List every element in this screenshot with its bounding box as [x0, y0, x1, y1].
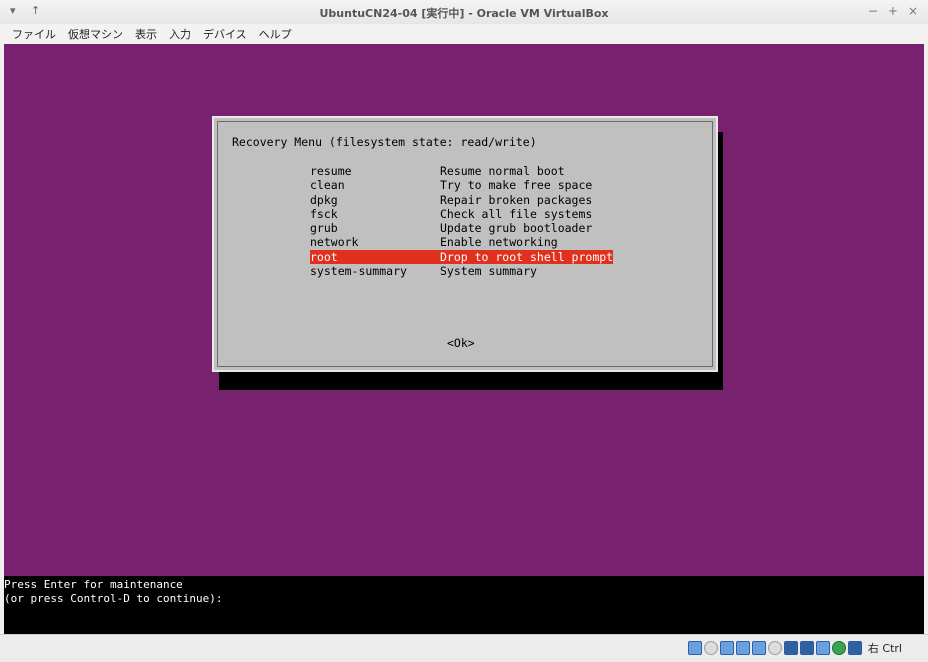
- close-icon[interactable]: ×: [908, 4, 918, 18]
- optical-drive-icon[interactable]: [703, 641, 718, 655]
- menu-item-key: fsck: [310, 206, 338, 221]
- usb-icon[interactable]: [751, 641, 766, 655]
- menu-devices[interactable]: デバイス: [203, 26, 247, 42]
- menu-item-desc: Try to make free space: [440, 178, 593, 193]
- menu-item-clean[interactable]: clean Try to make free space: [310, 178, 620, 192]
- dialog-title: Recovery Menu (filesystem state: read/wr…: [232, 135, 537, 149]
- recovery-menu-list: resume Resume normal boot clean Try to m…: [310, 164, 620, 278]
- keyboard-capture-icon[interactable]: [847, 641, 862, 655]
- status-bar: 右 Ctrl: [0, 634, 928, 662]
- title-bar: ▾ ↑ UbuntuCN24-04 [実行中] - Oracle VM Virt…: [0, 0, 928, 25]
- menu-item-network[interactable]: network Enable networking: [310, 235, 620, 249]
- window-title: UbuntuCN24-04 [実行中] - Oracle VM VirtualB…: [319, 7, 609, 20]
- console-output: Press Enter for maintenance (or press Co…: [4, 576, 924, 634]
- menu-item-system-summary[interactable]: system-summary System summary: [310, 264, 620, 278]
- menu-bar: ファイル 仮想マシン 表示 入力 デバイス ヘルプ: [0, 24, 928, 44]
- status-icons: 右 Ctrl: [687, 640, 902, 656]
- virtualbox-window: ▾ ↑ UbuntuCN24-04 [実行中] - Oracle VM Virt…: [0, 0, 928, 662]
- maximize-icon[interactable]: +: [888, 4, 898, 18]
- menu-item-fsck[interactable]: fsck Check all file systems: [310, 207, 620, 221]
- audio-icon[interactable]: [719, 641, 734, 655]
- menu-file[interactable]: ファイル: [12, 26, 56, 42]
- console-line-2: (or press Control-D to continue):: [4, 592, 223, 605]
- menu-item-grub[interactable]: grub Update grub bootloader: [310, 221, 620, 235]
- menu-item-key: root: [310, 249, 440, 264]
- cpu-icon[interactable]: [815, 641, 830, 655]
- menu-item-desc: Resume normal boot: [440, 164, 565, 178]
- menu-item-root[interactable]: root Drop to root shell prompt: [310, 249, 620, 264]
- mouse-integration-icon[interactable]: [831, 641, 846, 655]
- menu-item-desc: Check all file systems: [440, 206, 593, 221]
- shared-folder-icon[interactable]: [767, 641, 782, 655]
- menu-item-key: dpkg: [310, 192, 338, 207]
- window-controls: − + ×: [868, 4, 918, 18]
- recovery-menu-dialog: Recovery Menu (filesystem state: read/wr…: [212, 116, 718, 372]
- menu-item-key: system-summary: [310, 264, 407, 279]
- menu-item-key: resume: [310, 164, 352, 178]
- menu-input[interactable]: 入力: [169, 26, 191, 42]
- menu-item-desc: Drop to root shell prompt: [440, 249, 614, 264]
- network-icon[interactable]: [735, 641, 750, 655]
- dialog-frame: Recovery Menu (filesystem state: read/wr…: [217, 121, 713, 367]
- menu-item-desc: Enable networking: [440, 235, 558, 250]
- menu-help[interactable]: ヘルプ: [259, 26, 292, 42]
- host-key-label: 右 Ctrl: [867, 642, 902, 655]
- menu-machine[interactable]: 仮想マシン: [68, 26, 123, 42]
- menu-item-desc: Repair broken packages: [440, 192, 593, 207]
- menu-item-key: grub: [310, 221, 338, 236]
- menu-item-desc: Update grub bootloader: [440, 221, 593, 236]
- menu-item-key: network: [310, 235, 359, 250]
- minimize-icon[interactable]: −: [868, 4, 878, 18]
- display-icon[interactable]: [783, 641, 798, 655]
- vm-display[interactable]: Recovery Menu (filesystem state: read/wr…: [4, 44, 924, 634]
- hard-disk-icon[interactable]: [687, 641, 702, 655]
- menu-item-desc: System summary: [440, 264, 537, 279]
- ok-button[interactable]: <Ok>: [447, 336, 475, 350]
- menu-view[interactable]: 表示: [135, 26, 157, 42]
- video-capture-icon[interactable]: [799, 641, 814, 655]
- menu-item-key: clean: [310, 178, 345, 193]
- console-line-1: Press Enter for maintenance: [4, 578, 183, 591]
- menu-item-dpkg[interactable]: dpkg Repair broken packages: [310, 193, 620, 207]
- menu-item-resume[interactable]: resume Resume normal boot: [310, 164, 620, 178]
